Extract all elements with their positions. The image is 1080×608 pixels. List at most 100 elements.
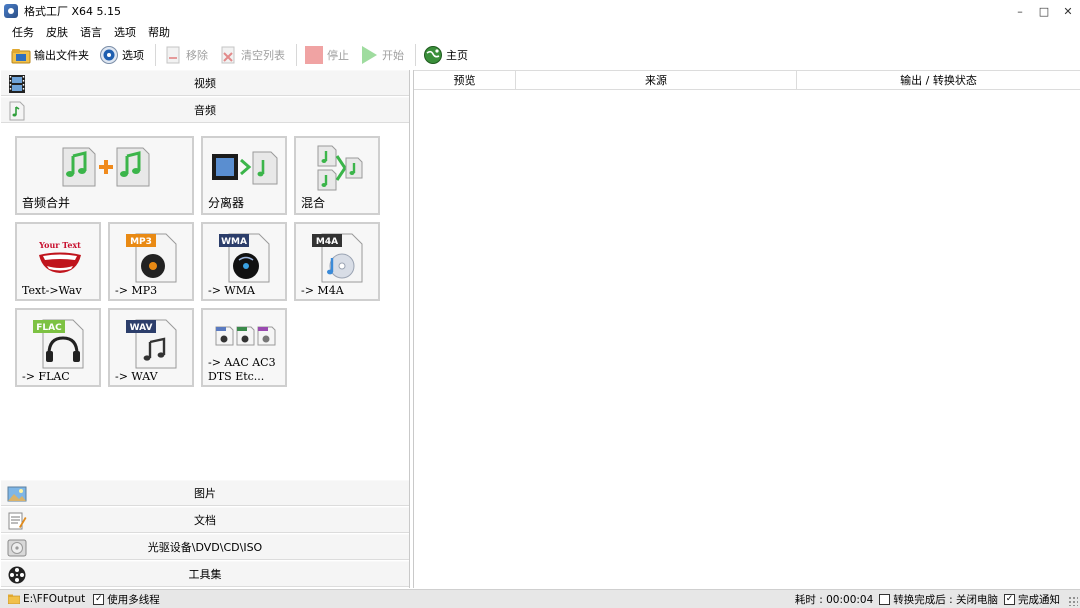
close-button[interactable]: ✕ xyxy=(1056,0,1080,22)
menu-language[interactable]: 语言 xyxy=(74,24,108,40)
maximize-button[interactable]: □ xyxy=(1032,0,1056,22)
wav-badge: WAV xyxy=(130,323,153,333)
audio-splitter-tile[interactable]: 分离器 xyxy=(201,136,287,215)
toolbar-separator xyxy=(296,44,297,66)
text-to-wav-icon: Your Text xyxy=(35,238,85,279)
window-title: 格式工厂 X64 5.15 xyxy=(24,3,121,19)
music-note-icon xyxy=(7,101,27,121)
category-video-label: 视频 xyxy=(1,75,409,91)
audio-mix-tile[interactable]: 混合 xyxy=(294,136,380,215)
to-mp3-tile[interactable]: MP3 -> MP3 xyxy=(108,222,194,301)
output-folder-label: 输出文件夹 xyxy=(34,47,89,63)
category-document[interactable]: 文档 xyxy=(1,507,409,533)
menu-bar: 任务 皮肤 语言 选项 帮助 xyxy=(0,22,176,41)
task-list[interactable]: 预览 来源 输出 / 转换状态 xyxy=(413,70,1080,588)
column-source[interactable]: 来源 xyxy=(516,71,797,89)
output-folder-button[interactable]: 输出文件夹 xyxy=(8,43,92,67)
multithread-check-box[interactable]: ✓ xyxy=(93,594,104,605)
category-audio-label: 音频 xyxy=(1,102,409,118)
column-preview[interactable]: 预览 xyxy=(414,71,516,89)
to-m4a-tile[interactable]: M4A -> M4A xyxy=(294,222,380,301)
menu-skin[interactable]: 皮肤 xyxy=(40,24,74,40)
status-bar: E:\FFOutput ✓ 使用多线程 耗时 : 00:00:04 转换完成后 … xyxy=(0,589,1080,608)
toolbar: 输出文件夹 选项 移除 清空列表 停止 开始 主页 xyxy=(0,42,1080,68)
category-panel: 视频 音频 音频合并 xyxy=(0,70,410,588)
category-audio[interactable]: 音频 xyxy=(1,97,409,123)
flac-badge: FLAC xyxy=(36,323,62,333)
app-icon xyxy=(4,4,18,18)
after-convert-label: 转换完成后 : 关闭电脑 xyxy=(893,592,998,607)
m4a-icon: M4A xyxy=(312,230,364,287)
disc-drive-icon xyxy=(7,538,27,558)
output-path[interactable]: E:\FFOutput xyxy=(8,593,85,605)
start-button[interactable]: 开始 xyxy=(356,43,407,67)
film-icon xyxy=(7,74,27,94)
category-document-label: 文档 xyxy=(1,512,409,528)
options-button[interactable]: 选项 xyxy=(96,43,147,67)
to-other-audio-label-line2: DTS Etc... xyxy=(208,370,264,383)
audio-merge-label: 音频合并 xyxy=(22,194,70,211)
remove-icon xyxy=(163,45,183,65)
output-path-text: E:\FFOutput xyxy=(23,593,85,605)
clear-list-icon xyxy=(218,45,238,65)
category-image-label: 图片 xyxy=(1,485,409,501)
to-flac-label: -> FLAC xyxy=(22,370,70,383)
to-other-audio-tile[interactable]: -> AAC AC3 DTS Etc... xyxy=(201,308,287,387)
elapsed-time-text: 耗时 : 00:00:04 xyxy=(795,592,873,607)
menu-tasks[interactable]: 任务 xyxy=(6,24,40,40)
to-wma-label: -> WMA xyxy=(208,284,255,297)
to-wav-label: -> WAV xyxy=(115,370,158,383)
multithread-checkbox[interactable]: ✓ 使用多线程 xyxy=(93,592,160,607)
audio-tools-grid: 音频合并 分离器 混合 xyxy=(1,124,409,479)
column-output-status[interactable]: 输出 / 转换状态 xyxy=(797,71,1080,89)
document-icon xyxy=(7,511,27,531)
category-image[interactable]: 图片 xyxy=(1,480,409,506)
multithread-label: 使用多线程 xyxy=(107,592,160,607)
film-reel-icon xyxy=(7,565,27,585)
audio-mix-icon xyxy=(316,144,364,195)
to-wav-tile[interactable]: WAV -> WAV xyxy=(108,308,194,387)
minimize-button[interactable]: – xyxy=(1008,0,1032,22)
notify-checkbox[interactable]: ✓ 完成通知 xyxy=(1004,592,1060,607)
to-other-audio-label: -> AAC AC3 xyxy=(208,356,276,369)
task-list-header: 预览 来源 输出 / 转换状态 xyxy=(414,70,1080,90)
m4a-badge: M4A xyxy=(316,237,338,247)
to-wma-tile[interactable]: WMA -> WMA xyxy=(201,222,287,301)
wma-icon: WMA xyxy=(219,230,271,287)
audio-merge-tile[interactable]: 音频合并 xyxy=(15,136,194,215)
stop-label: 停止 xyxy=(327,47,349,63)
category-rom-device[interactable]: 光驱设备\DVD\CD\ISO xyxy=(1,534,409,560)
title-bar: 格式工厂 X64 5.15 – □ ✕ xyxy=(0,0,1080,22)
category-rom-device-label: 光驱设备\DVD\CD\ISO xyxy=(1,539,409,555)
audio-splitter-label: 分离器 xyxy=(208,194,244,211)
text-to-wav-tile[interactable]: Your Text Text->Wav xyxy=(15,222,101,301)
notify-check-box[interactable]: ✓ xyxy=(1004,594,1015,605)
wav-icon: WAV xyxy=(126,316,178,373)
stop-button[interactable]: 停止 xyxy=(301,43,352,67)
after-convert-checkbox[interactable]: 转换完成后 : 关闭电脑 xyxy=(879,592,998,607)
options-label: 选项 xyxy=(122,47,144,63)
notify-label: 完成通知 xyxy=(1018,592,1060,607)
your-text-art: Your Text xyxy=(38,240,81,250)
remove-button[interactable]: 移除 xyxy=(160,43,211,67)
options-icon xyxy=(99,45,119,65)
stop-icon xyxy=(304,45,324,65)
play-icon xyxy=(359,45,379,65)
resize-grip-icon[interactable] xyxy=(1068,596,1078,606)
window-controls: – □ ✕ xyxy=(1008,0,1080,22)
wma-badge: WMA xyxy=(221,237,247,247)
clear-list-button[interactable]: 清空列表 xyxy=(215,43,288,67)
mp3-badge: MP3 xyxy=(130,237,152,247)
clear-list-label: 清空列表 xyxy=(241,47,285,63)
menu-options[interactable]: 选项 xyxy=(108,24,142,40)
toolbar-separator xyxy=(415,44,416,66)
home-button[interactable]: 主页 xyxy=(420,43,471,67)
category-video[interactable]: 视频 xyxy=(1,70,409,96)
after-convert-check-box[interactable] xyxy=(879,594,890,605)
to-flac-tile[interactable]: FLAC -> FLAC xyxy=(15,308,101,387)
menu-help[interactable]: 帮助 xyxy=(142,24,176,40)
audio-mix-label: 混合 xyxy=(301,194,325,211)
category-tools[interactable]: 工具集 xyxy=(1,561,409,587)
to-m4a-label: -> M4A xyxy=(301,284,344,297)
text-to-wav-label: Text->Wav xyxy=(22,284,82,297)
